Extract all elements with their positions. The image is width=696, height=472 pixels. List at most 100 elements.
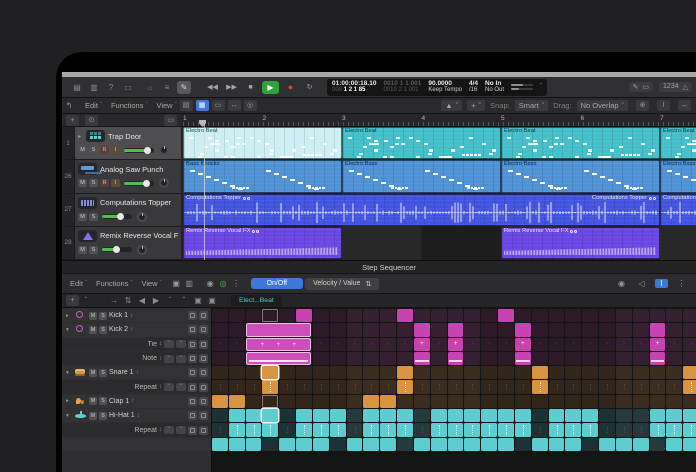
step-cell[interactable] bbox=[330, 409, 346, 422]
row-mute-button[interactable]: M bbox=[89, 412, 97, 420]
step-cell[interactable] bbox=[650, 323, 666, 336]
track-record-enable-button[interactable]: R bbox=[100, 179, 109, 187]
step-cell[interactable] bbox=[448, 323, 464, 336]
step-cell[interactable] bbox=[515, 409, 531, 422]
region[interactable]: Electro Beat bbox=[342, 127, 501, 159]
step-cell[interactable] bbox=[296, 380, 312, 393]
region[interactable]: Electro Bass bbox=[501, 160, 660, 192]
sort-icon[interactable]: ⇅ bbox=[121, 294, 135, 307]
step-cell[interactable] bbox=[363, 323, 379, 336]
step-cell[interactable] bbox=[212, 438, 228, 451]
subrow-increment-button[interactable]: ˆ bbox=[176, 426, 186, 434]
subrow-decrement-button[interactable]: ˇ bbox=[164, 426, 174, 434]
forward-button[interactable]: ▶▶ bbox=[224, 81, 239, 94]
step-cell[interactable] bbox=[212, 366, 228, 379]
follow-icon[interactable]: → bbox=[107, 294, 121, 307]
step-cell[interactable] bbox=[279, 438, 295, 451]
step-cell[interactable] bbox=[616, 366, 632, 379]
pattern-tab[interactable]: Elect...Beat bbox=[231, 295, 282, 306]
row-solo-button[interactable]: S bbox=[99, 326, 107, 334]
step-cell[interactable] bbox=[481, 423, 497, 436]
copy-pattern-icon[interactable]: ▣ bbox=[170, 279, 183, 288]
region[interactable]: Electro Beat bbox=[183, 127, 342, 159]
duplicate-track-button[interactable]: ⊙ bbox=[85, 115, 98, 126]
step-cell[interactable] bbox=[212, 395, 228, 408]
step-cell[interactable] bbox=[431, 352, 447, 365]
onoff-mode-button[interactable]: On/Off bbox=[251, 278, 304, 289]
inspector-icon[interactable]: ▥ bbox=[87, 81, 101, 94]
step-cell[interactable] bbox=[347, 395, 363, 408]
step-cell[interactable] bbox=[380, 423, 396, 436]
step-cell[interactable] bbox=[650, 380, 666, 393]
add-row-chevron[interactable]: ˇ bbox=[79, 294, 93, 307]
step-cell[interactable] bbox=[532, 352, 548, 365]
step-cell[interactable] bbox=[363, 309, 379, 322]
step-cell[interactable] bbox=[464, 323, 480, 336]
marquee-tool-icon[interactable]: ▭ bbox=[642, 83, 649, 91]
step-cell[interactable] bbox=[229, 323, 245, 336]
step-cell[interactable] bbox=[229, 366, 245, 379]
volume-slider[interactable] bbox=[102, 247, 132, 252]
track-solo-button[interactable]: S bbox=[89, 213, 98, 221]
step-cell[interactable] bbox=[380, 409, 396, 422]
region[interactable]: Computations TopperComputations Topper bbox=[183, 194, 660, 226]
step-cell[interactable] bbox=[431, 395, 447, 408]
step-cell[interactable] bbox=[666, 380, 682, 393]
step-cell[interactable] bbox=[414, 438, 430, 451]
track-disclosure-icon[interactable]: ▸ bbox=[78, 133, 83, 140]
arrange-menu-functions[interactable]: Functionsˇ bbox=[111, 101, 148, 110]
step-cell[interactable] bbox=[313, 423, 329, 436]
step-cell[interactable] bbox=[464, 366, 480, 379]
step-cell[interactable] bbox=[650, 438, 666, 451]
arrange-menu-edit[interactable]: Editˇ bbox=[85, 101, 102, 110]
back-icon[interactable]: ↰ bbox=[62, 99, 76, 112]
step-cell[interactable] bbox=[666, 338, 682, 351]
step-cell[interactable] bbox=[246, 409, 262, 422]
step-cell[interactable] bbox=[330, 352, 346, 365]
arrange-menu-view[interactable]: Viewˇ bbox=[156, 101, 176, 110]
row-settings-icon[interactable] bbox=[199, 397, 208, 406]
step-cell[interactable] bbox=[380, 323, 396, 336]
step-cell[interactable] bbox=[229, 409, 245, 422]
row-edit-mode-icon[interactable] bbox=[188, 397, 197, 406]
row-settings-icon[interactable] bbox=[199, 311, 208, 320]
library-icon[interactable]: ▤ bbox=[70, 81, 84, 94]
grid-view-button[interactable]: ▤ bbox=[180, 100, 193, 111]
step-cell[interactable] bbox=[229, 423, 245, 436]
seq-list-row[interactable]: ▾MSHi-Hat 1↕ bbox=[62, 409, 211, 422]
step-cell[interactable] bbox=[464, 438, 480, 451]
junction-button[interactable]: ▭ bbox=[212, 100, 225, 111]
step-cell[interactable] bbox=[549, 409, 565, 422]
step-cell[interactable] bbox=[313, 323, 329, 336]
lcd-display[interactable]: 01:00:00:18.10 000 1 2 1 85 0010 1 1 001… bbox=[327, 79, 547, 96]
step-cell[interactable] bbox=[582, 338, 598, 351]
step-cell[interactable] bbox=[313, 380, 329, 393]
step-cell[interactable] bbox=[599, 395, 615, 408]
step-cell[interactable] bbox=[246, 438, 262, 451]
step-cell[interactable] bbox=[448, 409, 464, 422]
seq-list-row[interactable]: ▾MSSnare 1↕ bbox=[62, 366, 211, 379]
step-cell[interactable] bbox=[616, 409, 632, 422]
step-cell[interactable] bbox=[246, 395, 262, 408]
piano-roll-button[interactable]: ▦ bbox=[196, 100, 209, 111]
step-cell[interactable] bbox=[464, 338, 480, 351]
step-cell[interactable] bbox=[279, 380, 295, 393]
grid-b-icon[interactable]: ▣ bbox=[205, 294, 219, 307]
step-cell[interactable] bbox=[431, 438, 447, 451]
step-cell[interactable] bbox=[347, 409, 363, 422]
track-header[interactable]: 26Analog Saw PunchMSRI bbox=[62, 160, 181, 193]
step-cell[interactable] bbox=[464, 395, 480, 408]
step-cell[interactable] bbox=[666, 423, 682, 436]
step-cell[interactable] bbox=[397, 338, 413, 351]
subrow-edit-mode-icon[interactable] bbox=[188, 340, 197, 349]
step-cell[interactable] bbox=[363, 409, 379, 422]
pan-knob[interactable] bbox=[137, 245, 147, 255]
edit-mode-select[interactable]: Velocity / Value⇅ bbox=[305, 278, 379, 290]
step-cell[interactable] bbox=[683, 423, 696, 436]
step-cell[interactable] bbox=[515, 323, 531, 336]
quick-help-icon[interactable]: ? bbox=[104, 81, 118, 94]
step-cell[interactable] bbox=[414, 380, 430, 393]
step-cell[interactable] bbox=[549, 338, 565, 351]
step-cell[interactable] bbox=[414, 323, 430, 336]
seq-menu-view[interactable]: Viewˇ bbox=[141, 279, 161, 288]
